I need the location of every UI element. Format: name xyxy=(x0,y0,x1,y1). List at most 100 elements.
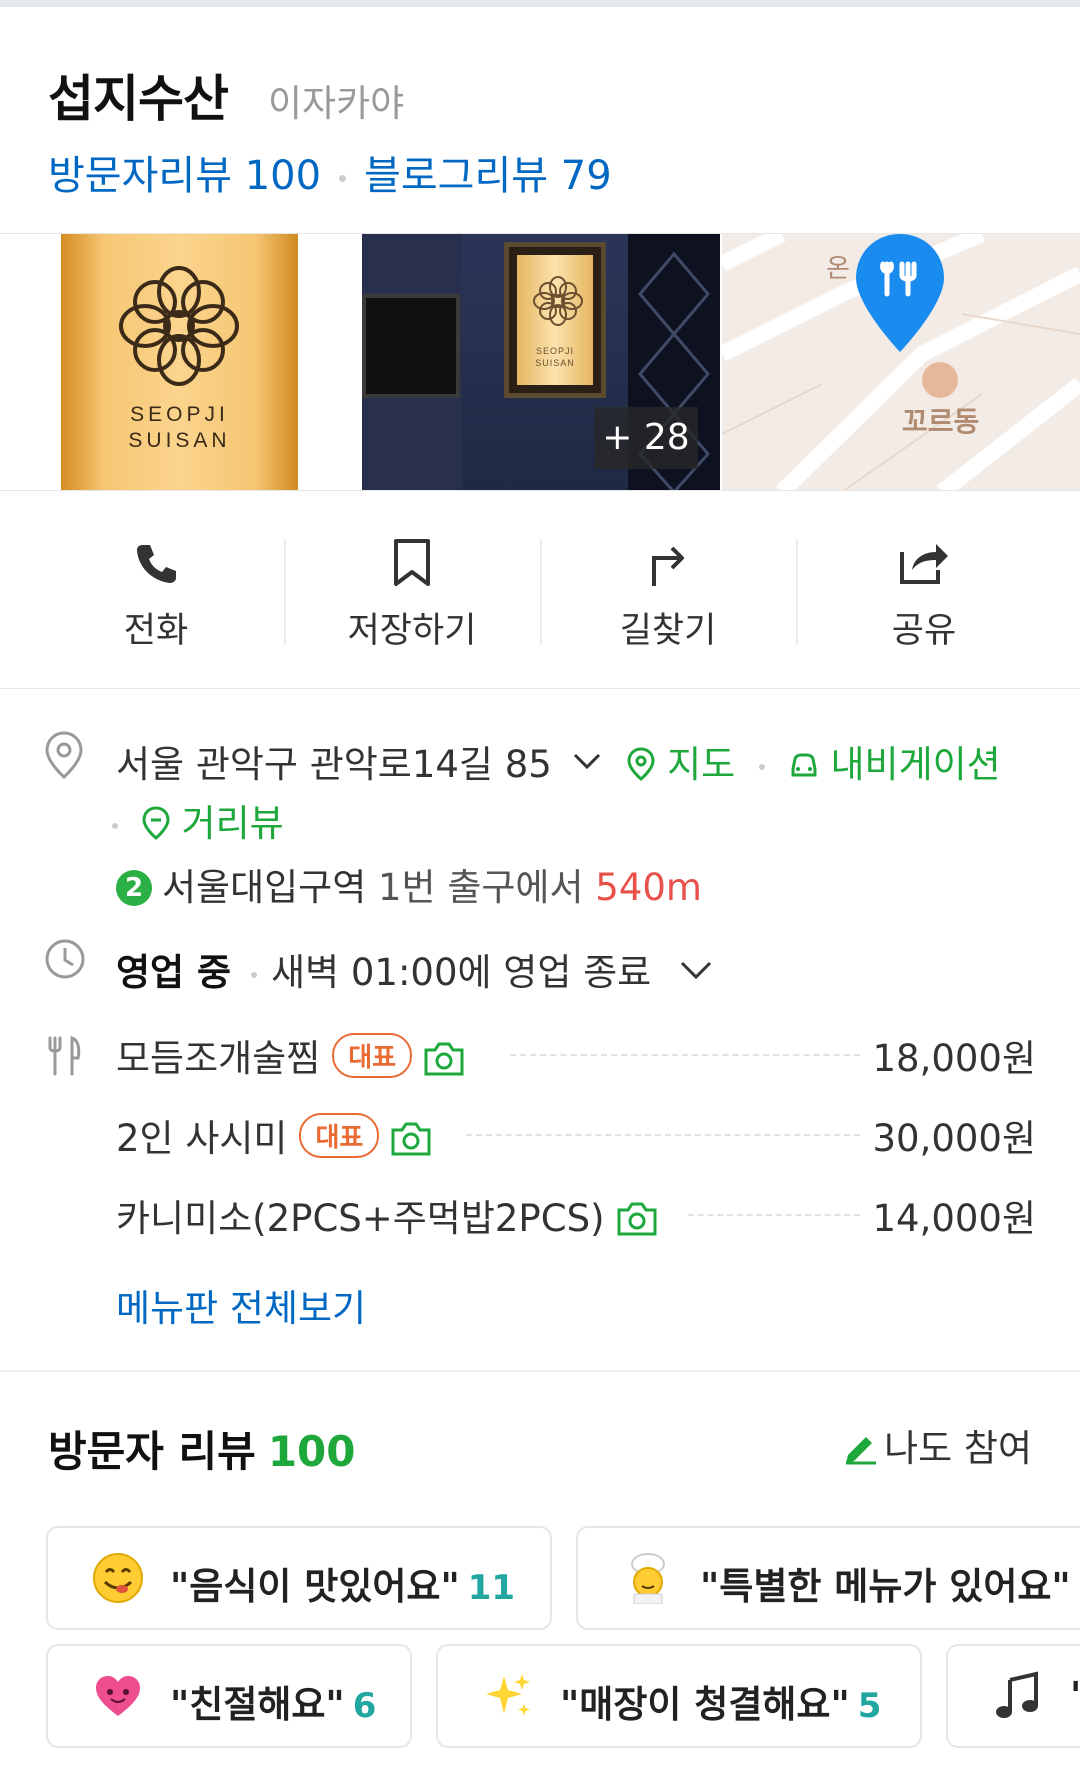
review-keyword-text: "음식이 맛있어요" xyxy=(170,1565,460,1608)
menu-item-name-wrap: 카니미소(2PCS+주먹밥2PCS) xyxy=(116,1188,659,1242)
place-name: 섭지수산 xyxy=(48,70,229,128)
separator-dot xyxy=(251,971,258,978)
map-link-label: 지도 xyxy=(667,743,736,786)
restaurant-poi-icon xyxy=(922,362,958,398)
review-keyword-text: "특별한 메뉴가 있어요" xyxy=(700,1565,1071,1608)
street-view-pin-icon xyxy=(142,806,170,840)
menu-item-price: 14,000원 xyxy=(872,1197,1036,1240)
subway-exit: 1번 출구에서 xyxy=(378,866,584,909)
sign-text: SEOPJI SUISAN xyxy=(61,402,298,454)
review-keyword: "친절해요" 6 xyxy=(170,1674,376,1728)
more-photos-badge[interactable]: + 28 xyxy=(594,407,698,469)
directions-label: 길찾기 xyxy=(619,611,717,651)
location-pin-icon xyxy=(45,731,83,780)
call-button[interactable]: 전화 xyxy=(28,491,284,689)
map-thumbnail[interactable]: 온 꼬르동 xyxy=(722,234,1080,490)
review-links: 방문자리뷰 100 블로그리뷰 79 xyxy=(48,143,612,201)
menu-item-row[interactable]: 모듬조개술찜 대표 18,000원 xyxy=(116,1028,1036,1080)
review-keyword-chip[interactable]: "음식이 맛있어요" 11 xyxy=(46,1526,552,1630)
review-keyword-chip[interactable]: " xyxy=(946,1644,1080,1748)
map-label-place: 꼬르동 xyxy=(902,405,980,438)
utensils-icon xyxy=(48,1035,81,1076)
reviews-title: 방문자 리뷰 100 xyxy=(48,1418,356,1479)
map-pin-small-icon xyxy=(627,747,655,781)
separator-dot xyxy=(758,763,765,770)
review-keyword: " xyxy=(1070,1674,1080,1717)
subway-row: 2 서울대입구역 1번 출구에서 540m xyxy=(116,857,702,911)
camera-icon[interactable] xyxy=(389,1121,433,1157)
music-note-icon xyxy=(996,1671,1038,1718)
menu-item-row[interactable]: 2인 사시미 대표 30,000원 xyxy=(116,1108,1036,1160)
write-review-button[interactable]: 나도 참여 xyxy=(842,1418,1032,1472)
pencil-icon xyxy=(846,1437,877,1465)
review-keyword-count: 6 xyxy=(352,1686,377,1726)
separator-dot xyxy=(339,174,347,182)
sign-lamp-text-line1: SEOPJI xyxy=(535,346,574,356)
representative-badge: 대표 xyxy=(332,1033,413,1078)
place-header: 섭지수산 이자카야 방문자리뷰 100 블로그리뷰 79 xyxy=(0,7,1080,233)
reviews-count: 100 xyxy=(267,1427,356,1476)
bookmark-icon xyxy=(284,535,540,591)
share-label: 공유 xyxy=(891,611,957,651)
menu-item-name: 모듬조개술찜 xyxy=(116,1037,321,1080)
call-label: 전화 xyxy=(123,611,189,651)
directions-icon xyxy=(540,535,796,591)
chef-icon xyxy=(631,1553,665,1604)
view-full-menu-link[interactable]: 메뉴판 전체보기 xyxy=(116,1278,366,1332)
write-review-label: 나도 참여 xyxy=(884,1427,1032,1470)
top-bar xyxy=(0,0,1080,7)
review-keyword: "특별한 메뉴가 있어요" xyxy=(700,1556,1071,1610)
subway-line-badge: 2 xyxy=(116,870,152,906)
review-keyword-count: 11 xyxy=(467,1568,516,1608)
review-keyword-text: " xyxy=(1070,1674,1080,1717)
blog-review-link[interactable]: 블로그리뷰 79 xyxy=(364,153,612,199)
review-keyword: "음식이 맛있어요" 11 xyxy=(170,1556,515,1610)
heart-icon xyxy=(96,1676,140,1716)
menu-item-name: 카니미소(2PCS+주먹밥2PCS) xyxy=(116,1197,605,1240)
camera-icon[interactable] xyxy=(422,1041,466,1077)
map-pin-icon xyxy=(856,234,944,352)
representative-badge: 대표 xyxy=(299,1113,380,1158)
review-keyword-chip[interactable]: "매장이 청결해요" 5 xyxy=(436,1644,922,1748)
chevron-down-icon[interactable] xyxy=(572,751,602,773)
review-keyword-count: 5 xyxy=(857,1686,882,1726)
menu-item-price: 18,000원 xyxy=(872,1037,1036,1080)
navigation-link[interactable]: 내비게이션 xyxy=(777,743,1001,786)
directions-button[interactable]: 길찾기 xyxy=(540,491,796,689)
menu-item-row[interactable]: 카니미소(2PCS+주먹밥2PCS) 14,000원 xyxy=(116,1188,1036,1240)
flower-logo-small-icon xyxy=(533,276,583,326)
window xyxy=(362,294,460,398)
sign-lamp: SEOPJI SUISAN xyxy=(504,242,606,398)
photo-thumbnail-sign[interactable]: SEOPJI SUISAN xyxy=(0,234,362,490)
address-text: 서울 관악구 관악로14길 85 xyxy=(116,743,552,786)
review-keyword: "매장이 청결해요" 5 xyxy=(560,1674,881,1728)
review-keyword-chip[interactable]: "친절해요" 6 xyxy=(46,1644,412,1748)
photo-strip: SEOPJI SUISAN SEOPJI SUISAN + 28 온 꼬르동 xyxy=(0,233,1080,491)
sign-text-line1: SEOPJI xyxy=(130,403,229,426)
clock-icon xyxy=(45,939,85,979)
sign-lamp-face: SEOPJI SUISAN xyxy=(517,255,593,385)
share-icon xyxy=(796,535,1052,591)
save-label: 저장하기 xyxy=(347,611,477,651)
map-link[interactable]: 지도 xyxy=(627,743,747,786)
navigation-link-label: 내비게이션 xyxy=(830,743,1001,786)
visitor-reviews-section: 방문자 리뷰 100 나도 참여 "음식이 맛있어요" 11 "특별한 메뉴가 있어… xyxy=(0,1372,1080,1766)
review-keyword-chip[interactable]: "특별한 메뉴가 있어요" xyxy=(576,1526,1080,1630)
address-row: 서울 관악구 관악로14길 85 지도 내비게이션 xyxy=(116,734,1001,788)
share-button[interactable]: 공유 xyxy=(796,491,1052,689)
sign-lamp-text: SEOPJI SUISAN xyxy=(517,345,593,369)
visitor-review-link[interactable]: 방문자리뷰 100 xyxy=(48,153,321,199)
menu-item-name-wrap: 2인 사시미 대표 xyxy=(116,1108,433,1162)
camera-icon[interactable] xyxy=(615,1201,659,1237)
place-category: 이자카야 xyxy=(268,82,405,125)
save-button[interactable]: 저장하기 xyxy=(284,491,540,689)
sign-lamp-text-line2: SUISAN xyxy=(535,358,575,368)
street-view-link[interactable]: 거리뷰 xyxy=(130,802,284,845)
yum-face-icon xyxy=(93,1553,143,1603)
sparkles-icon xyxy=(486,1674,530,1716)
place-info: 서울 관악구 관악로14길 85 지도 내비게이션 거리뷰 2 서울대입구역 1번… xyxy=(0,690,1080,1370)
price-leader-line xyxy=(688,1214,860,1216)
menu-item-row[interactable] xyxy=(116,918,1036,968)
review-keyword-text: "매장이 청결해요" xyxy=(560,1683,850,1726)
menu-item-name-wrap: 모듬조개술찜 대표 xyxy=(116,1028,466,1082)
